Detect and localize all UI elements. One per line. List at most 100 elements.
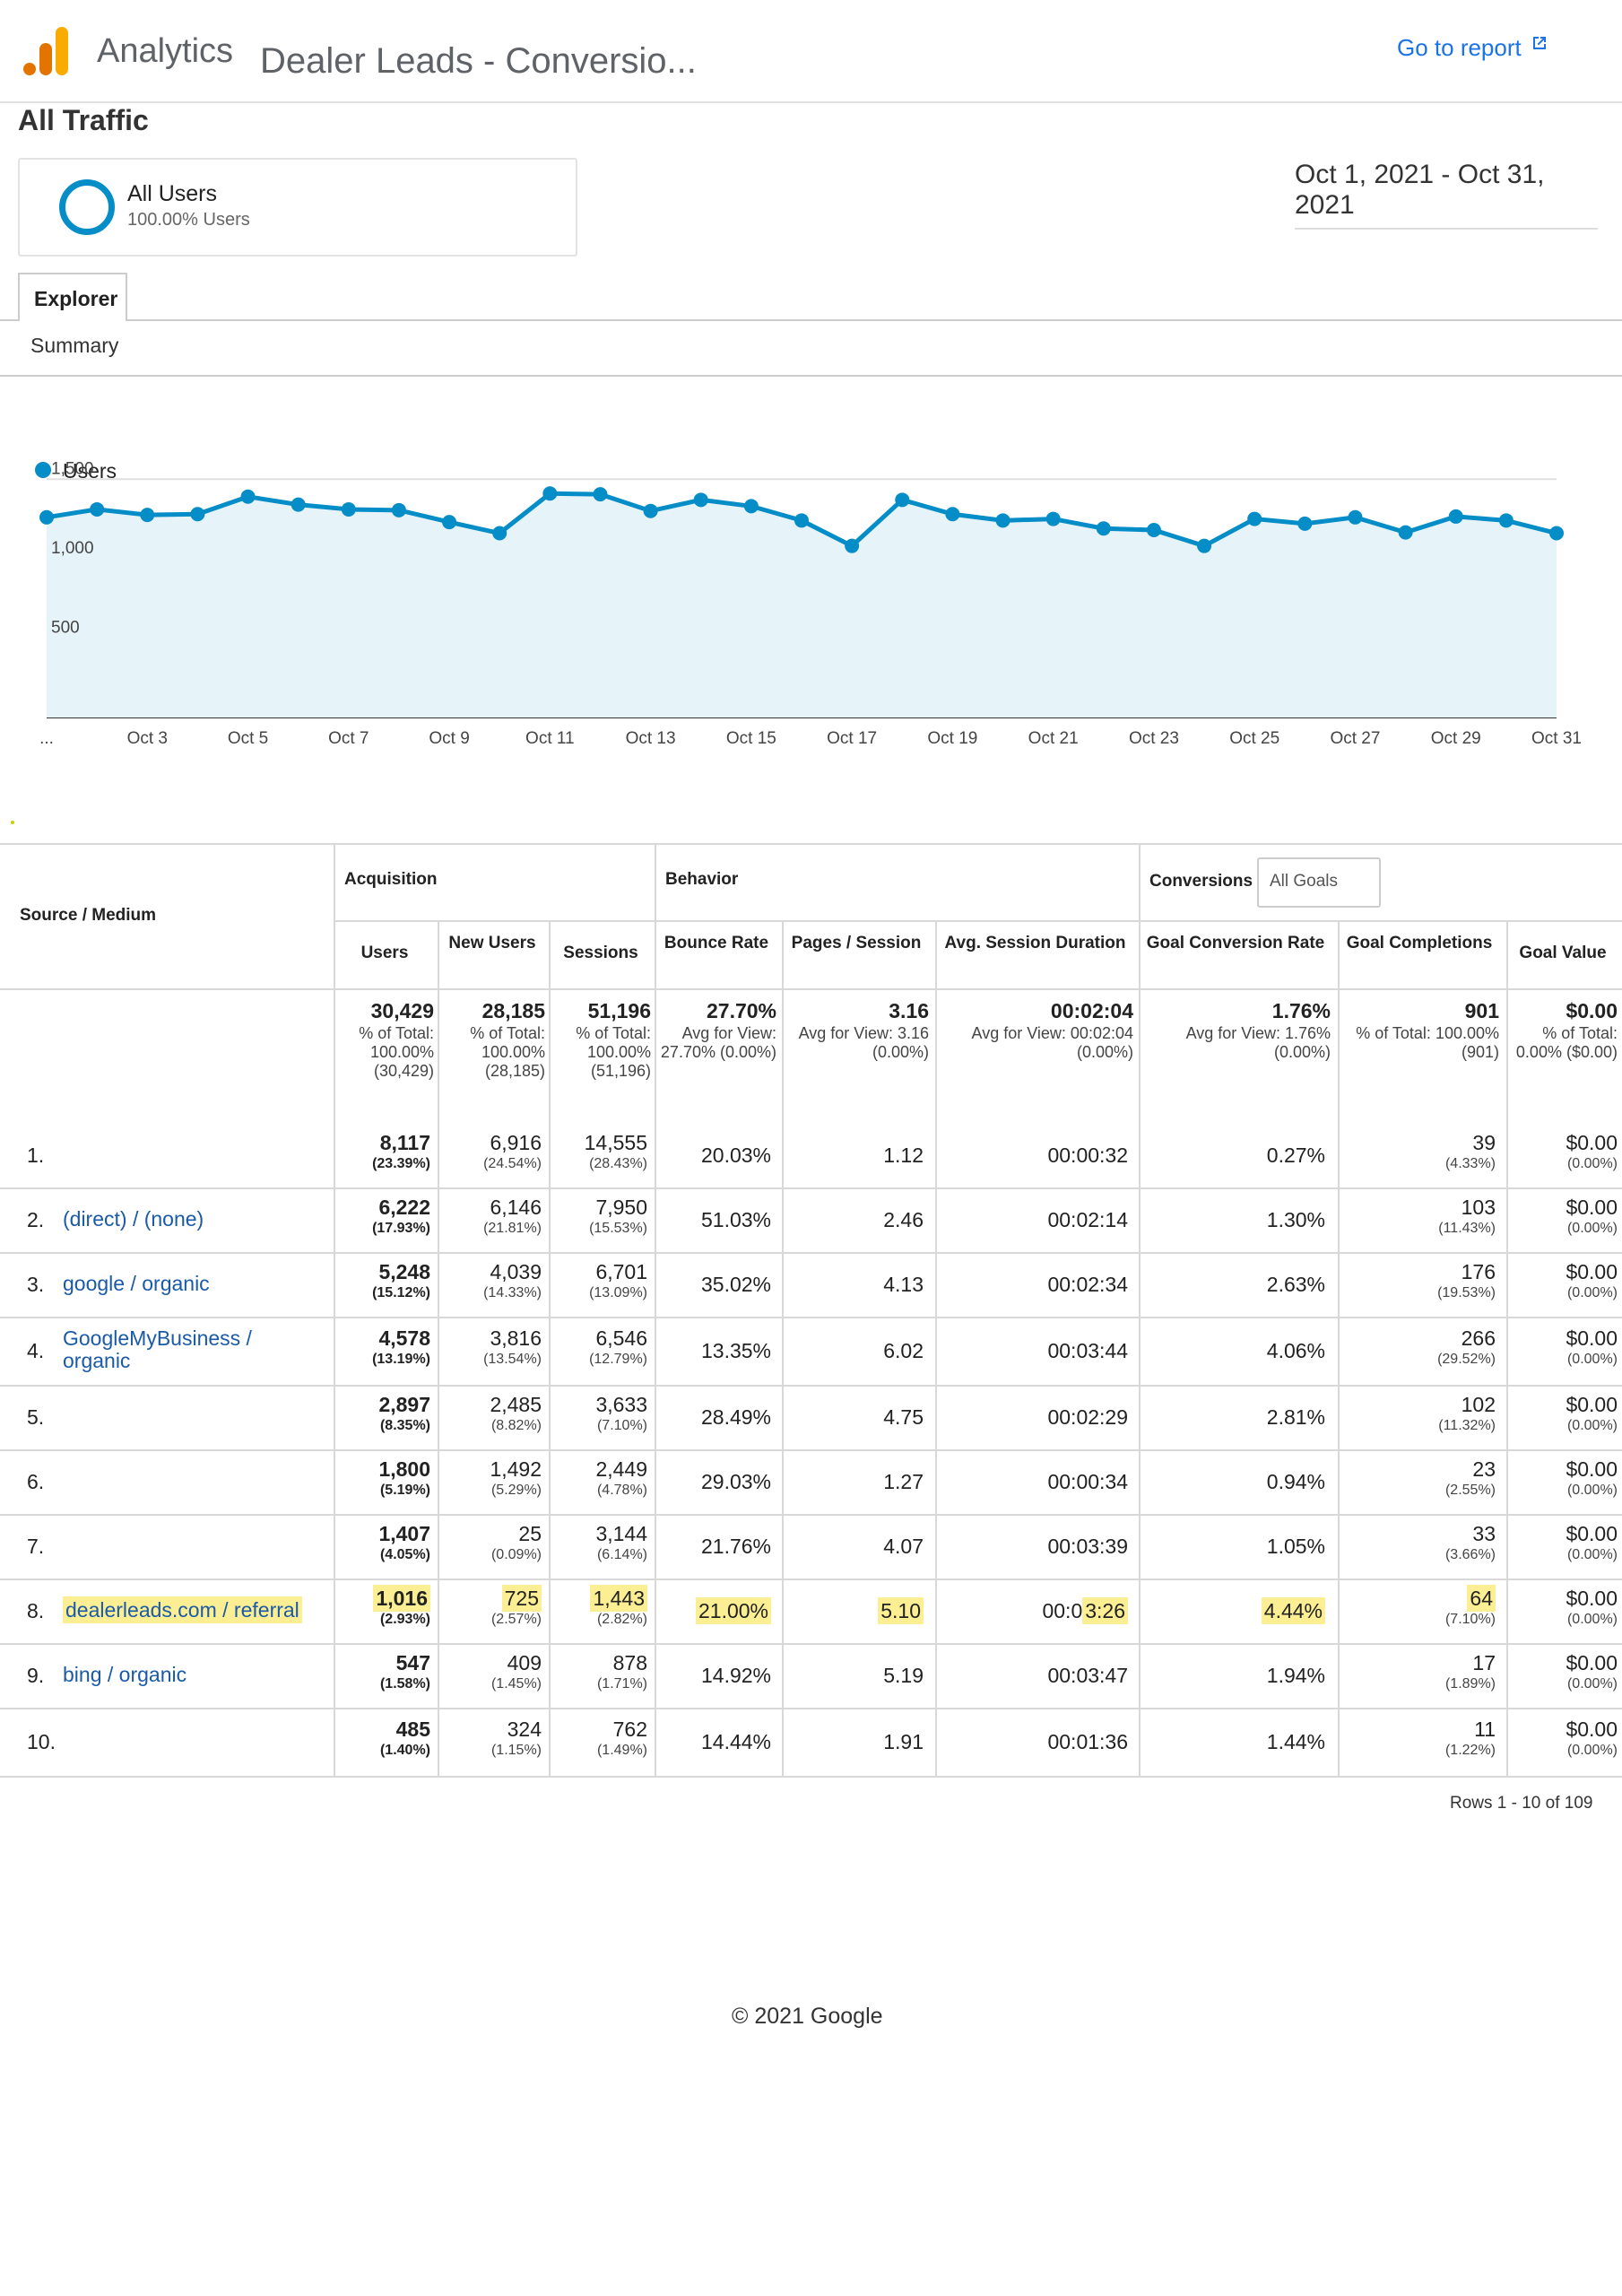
source-medium-link[interactable]: dealerleads.com / referral <box>63 1596 314 1623</box>
metric-value: 725 <box>439 1585 542 1612</box>
column-header[interactable]: Goal Completions <box>1340 934 1499 953</box>
row-index: 6. <box>27 1470 45 1493</box>
source-medium-link[interactable]: bing / organic <box>63 1664 314 1686</box>
row-divider <box>0 1317 1622 1318</box>
metric-value: 33 <box>1472 1522 1496 1545</box>
metric-percent: (3.66%) <box>1444 1547 1496 1562</box>
row-index: 2. <box>27 1208 45 1231</box>
metric-percent: (12.79%) <box>589 1352 647 1367</box>
metric-value-highlight: 5.10 <box>878 1597 924 1624</box>
date-range-picker[interactable]: Oct 1, 2021 - Oct 31, 2021 <box>1295 160 1598 230</box>
goals-dropdown[interactable]: All Goals <box>1257 857 1381 908</box>
column-header[interactable]: Bounce Rate <box>656 934 776 953</box>
total-subtext: % of Total: 0.00% ($0.00) <box>1515 1024 1618 1061</box>
x-tick-label: Oct 19 <box>927 729 977 748</box>
data-point <box>291 497 306 512</box>
total-value: 30,429 <box>370 999 434 1022</box>
data-point <box>1146 522 1161 537</box>
metric-value: 11 <box>1474 1718 1496 1741</box>
metric-percent: (6.14%) <box>596 1547 647 1562</box>
x-tick-label: Oct 29 <box>1431 729 1481 748</box>
x-tick-label: Oct 11 <box>525 729 575 748</box>
x-tick-label: ... <box>39 729 54 748</box>
metric-value: 0.94% <box>1266 1470 1325 1493</box>
metric-value: $0.00 <box>1566 1196 1618 1219</box>
metric-value: 14.92% <box>700 1664 771 1687</box>
segment-circle-icon <box>59 179 115 235</box>
metric-value: 00:00:32 <box>1047 1144 1128 1167</box>
metric-value: 4.75 <box>883 1405 924 1429</box>
metric-value: 00:02:34 <box>1047 1273 1128 1296</box>
source-medium-link[interactable]: (direct) / (none) <box>63 1208 314 1231</box>
metric-value: 0.27% <box>1266 1144 1325 1167</box>
metric-percent: (0.00%) <box>1566 1547 1618 1562</box>
source-medium-link[interactable]: google / organic <box>63 1273 314 1295</box>
column-header[interactable]: New Users <box>439 934 545 953</box>
x-tick-label: Oct 5 <box>228 729 268 748</box>
metric-percent: (17.93%) <box>372 1221 430 1236</box>
metric-value: 6.02 <box>883 1339 924 1362</box>
report-title: Dealer Leads - Conversio... <box>260 41 697 81</box>
metric-value: 14.44% <box>700 1730 771 1753</box>
metric-value: 64 <box>1340 1585 1496 1612</box>
data-point <box>743 499 759 514</box>
behavior-header: Behavior <box>665 870 739 889</box>
go-to-report-link[interactable]: Go to report <box>1397 34 1548 62</box>
data-point <box>995 513 1010 528</box>
duration-prefix: 00:0 <box>1042 1599 1083 1622</box>
metric-value: 6,222 <box>378 1196 430 1219</box>
metric-percent: (0.00%) <box>1566 1156 1618 1171</box>
metric-percent: (19.53%) <box>1437 1285 1496 1300</box>
data-point <box>945 507 960 522</box>
metric-value: 6,146 <box>490 1196 542 1219</box>
metric-percent: (0.00%) <box>1566 1285 1618 1300</box>
metric-percent: (15.12%) <box>372 1285 430 1300</box>
metric-percent: (14.33%) <box>483 1285 542 1300</box>
metric-value: 1.91 <box>883 1730 924 1753</box>
metric-percent: (28.43%) <box>589 1156 647 1171</box>
column-header[interactable]: Users <box>335 944 434 963</box>
metric-percent: (8.82%) <box>490 1418 542 1433</box>
metric-value: 39 <box>1472 1131 1496 1154</box>
metric-value: 21.00% <box>656 1597 771 1624</box>
metric-percent: (13.54%) <box>483 1352 542 1367</box>
data-point <box>693 492 708 508</box>
metric-percent: (11.32%) <box>1438 1418 1496 1433</box>
metric-percent: (1.22%) <box>1444 1743 1496 1758</box>
metric-percent: (1.15%) <box>490 1743 542 1758</box>
decorative-dot <box>11 821 14 824</box>
metric-value: 1.94% <box>1266 1664 1325 1687</box>
metric-value: 00:01:36 <box>1047 1730 1128 1753</box>
metric-value: 1,492 <box>490 1457 542 1481</box>
metric-value: 1.27 <box>883 1470 924 1493</box>
data-point <box>190 507 205 522</box>
metric-percent: (23.39%) <box>372 1156 430 1171</box>
summary-divider <box>0 375 1622 377</box>
go-to-report-label[interactable]: Go to report <box>1397 34 1522 61</box>
metric-value: 266 <box>1461 1326 1496 1350</box>
tab-explorer[interactable]: Explorer <box>18 273 127 321</box>
metric-percent: (4.05%) <box>379 1547 430 1562</box>
segment-card[interactable]: All Users 100.00% Users <box>18 158 577 257</box>
total-subtext: Avg for View: 00:02:04 (0.00%) <box>971 1024 1133 1061</box>
column-header[interactable]: Pages / Session <box>784 934 929 953</box>
row-divider <box>0 1643 1622 1645</box>
column-header[interactable]: Avg. Session Duration <box>937 934 1133 953</box>
data-point <box>1398 525 1413 540</box>
tab-summary[interactable]: Summary <box>30 334 118 358</box>
row-index: 10. <box>27 1730 56 1753</box>
x-tick-label: Oct 25 <box>1229 729 1279 748</box>
source-medium-header[interactable]: Source / Medium <box>20 906 156 926</box>
x-tick-label: Oct 17 <box>827 729 877 748</box>
metric-value: 5.10 <box>784 1597 924 1624</box>
data-point <box>895 492 910 508</box>
metric-value: 5,248 <box>378 1260 430 1283</box>
metric-value: 4,578 <box>378 1326 430 1350</box>
column-header[interactable]: Sessions <box>551 944 651 963</box>
metric-value: 00:00:34 <box>1047 1470 1128 1493</box>
column-header[interactable]: Goal Conversion Rate <box>1141 934 1331 953</box>
column-header[interactable]: Goal Value <box>1508 944 1618 963</box>
metric-value: 1.44% <box>1266 1730 1325 1753</box>
source-medium-link[interactable]: GoogleMyBusiness / organic <box>63 1327 314 1372</box>
metric-percent: (0.00%) <box>1566 1221 1618 1236</box>
